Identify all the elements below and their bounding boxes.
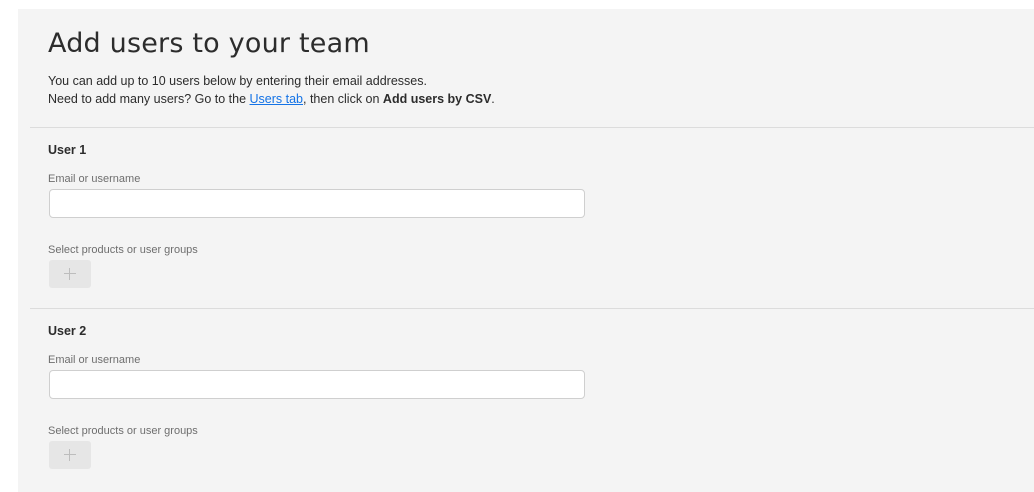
section-divider (30, 127, 1034, 128)
intro-period: . (491, 92, 495, 106)
users-tab-link[interactable]: Users tab (250, 92, 304, 106)
add-users-panel: Add users to your team You can add up to… (18, 9, 1034, 492)
plus-icon (64, 449, 76, 461)
user-1-email-field[interactable] (49, 189, 585, 218)
section-divider (30, 308, 1034, 309)
add-users-by-csv-text: Add users by CSV (382, 92, 492, 106)
user-2-heading: User 2 (48, 324, 87, 338)
user-1-products-label: Select products or user groups (48, 244, 198, 256)
intro-text-before-link: Need to add many users? Go to the (48, 92, 250, 106)
user-2-section: User 2 Email or username Select products… (48, 324, 1008, 492)
intro-line-csv: Need to add many users? Go to the Users … (48, 90, 495, 108)
page-title: Add users to your team (48, 28, 370, 59)
plus-icon (64, 268, 76, 280)
user-2-email-label: Email or username (48, 354, 141, 366)
user-1-heading: User 1 (48, 143, 87, 157)
user-2-add-products-button[interactable] (49, 441, 91, 469)
user-1-email-label: Email or username (48, 173, 141, 185)
user-1-add-products-button[interactable] (49, 260, 91, 288)
user-2-email-field[interactable] (49, 370, 585, 399)
intro-text-after-link: , then click on (303, 92, 383, 106)
user-1-section: User 1 Email or username Select products… (48, 143, 1008, 313)
user-2-products-label: Select products or user groups (48, 425, 198, 437)
intro-text: You can add up to 10 users below by ente… (48, 72, 495, 108)
intro-line-limit: You can add up to 10 users below by ente… (48, 74, 427, 88)
